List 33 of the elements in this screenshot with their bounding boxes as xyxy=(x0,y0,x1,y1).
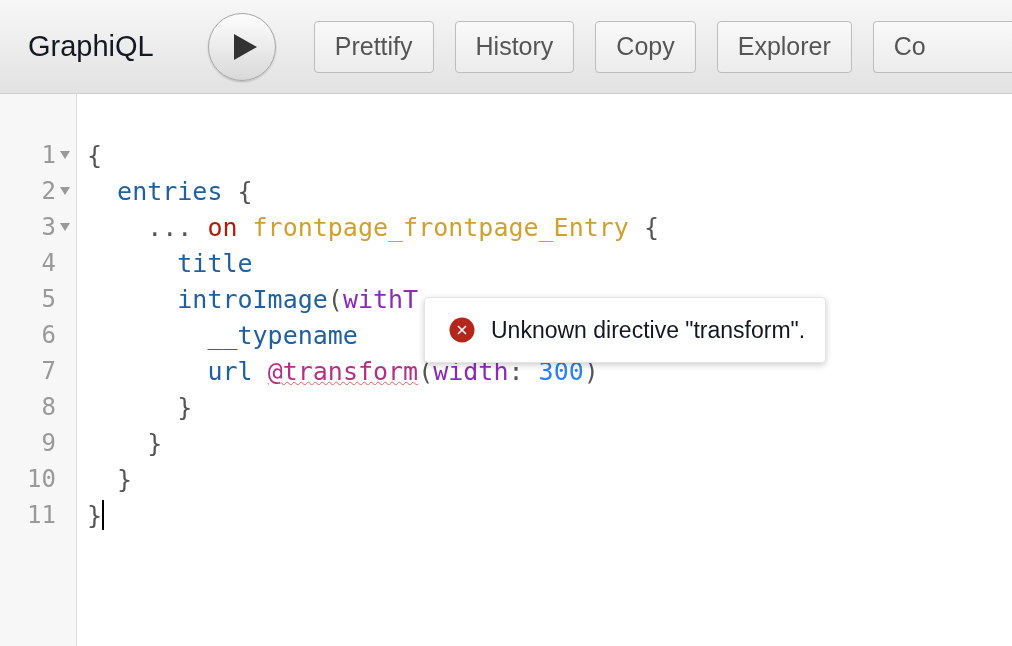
fold-arrow-icon[interactable] xyxy=(60,151,70,159)
line-number: 7 xyxy=(41,357,56,385)
line-number: 11 xyxy=(27,501,56,529)
code-line: __typename xyxy=(206,320,358,350)
toolbar-button[interactable]: Co xyxy=(872,20,1012,73)
code-line: } xyxy=(116,464,133,494)
line-number: 2 xyxy=(41,177,56,205)
line-number: 3 xyxy=(41,213,56,241)
fold-arrow-icon[interactable] xyxy=(60,187,70,195)
code-line: } xyxy=(176,392,193,422)
toolbar-button[interactable]: Explorer xyxy=(716,20,852,73)
line-number: 6 xyxy=(41,321,56,349)
line-number: 1 xyxy=(41,141,56,169)
code-line: ... on frontpage_frontpage_Entry { xyxy=(146,212,659,242)
code-line: entries { xyxy=(116,176,253,206)
line-number: 4 xyxy=(41,249,56,277)
fold-arrow-icon[interactable] xyxy=(60,223,70,231)
code-line: } xyxy=(87,500,103,530)
line-number: 10 xyxy=(27,465,56,493)
line-number: 9 xyxy=(41,429,56,457)
app-title: GraphiQL xyxy=(28,30,154,63)
toolbar-button[interactable]: History xyxy=(454,20,575,73)
play-icon xyxy=(231,32,258,61)
code-line: { xyxy=(87,140,103,170)
code-line: title xyxy=(176,248,253,278)
error-icon xyxy=(449,317,475,343)
code-line: } xyxy=(146,428,163,458)
toolbar-button[interactable]: Copy xyxy=(595,20,696,73)
error-message: Unknown directive "transform". xyxy=(491,316,806,344)
code-line: introImage(withT xyxy=(176,284,419,314)
toolbar-button[interactable]: Prettify xyxy=(313,20,434,73)
line-number: 5 xyxy=(41,285,56,313)
line-number: 8 xyxy=(41,393,56,421)
